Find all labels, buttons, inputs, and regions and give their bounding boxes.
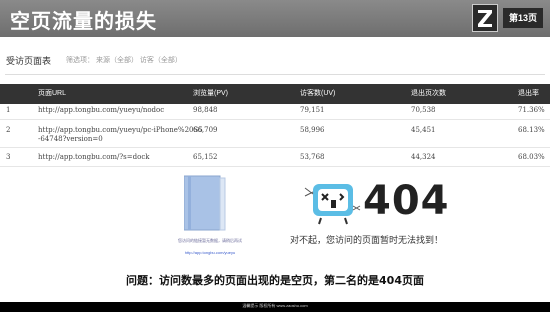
table-row-number: 3 (6, 153, 11, 161)
table-row-number: 2 (6, 126, 11, 134)
filter-bar[interactable]: 筛选项： 来源（全部） 访客（全部） (66, 55, 182, 65)
table-row-number: 1 (6, 106, 11, 114)
table-row-url[interactable]: http://app.tongbu.com/yueyu/pc-iPhone%20… (38, 126, 203, 134)
book-icon (183, 174, 226, 232)
column-header-exits[interactable]: 退出页次数 (411, 88, 446, 98)
table-row-uv: 79,151 (300, 106, 325, 114)
table-row-pv: 66,709 (193, 126, 218, 134)
footer-text: 温馨提示 版权所有 www.zaoshu.com (242, 303, 308, 308)
row-divider (0, 119, 550, 120)
column-header-uv[interactable]: 访客数(UV) (300, 88, 335, 98)
table-row-exits: 44,324 (411, 153, 436, 161)
column-header-exit-rate[interactable]: 退出率 (518, 88, 539, 98)
filter-options[interactable]: 来源（全部） 访客（全部） (96, 57, 182, 64)
column-header-url[interactable]: 页面URL (38, 88, 66, 98)
section-title: 受访页面表 (6, 57, 52, 67)
header-bar: 空页流量的损失 第13页 (0, 0, 550, 37)
table-row-uv: 53,768 (300, 153, 325, 161)
table-row-pv: 65,152 (193, 153, 218, 161)
table-header (0, 84, 550, 104)
table-row-url[interactable]: http://app.tongbu.com/?s=dock (38, 153, 149, 161)
table-row-rate: 68.13% (518, 126, 545, 134)
question-caption: 问题：访问数最多的页面出现的是空页，第二名的是404页面 (126, 274, 424, 287)
table-row-pv: 98,848 (193, 106, 218, 114)
table-row-uv: 58,996 (300, 126, 325, 134)
table-row-rate: 71.36% (518, 106, 545, 114)
broken-tv-face-icon (303, 180, 361, 226)
filter-label: 筛选项： (66, 57, 94, 64)
divider (5, 74, 545, 75)
page-title: 空页流量的损失 (10, 9, 157, 33)
row-divider (0, 147, 550, 148)
table-row-exits: 45,451 (411, 126, 436, 134)
empty-page-message: 您访问的链接暂无数据，请稍后再试 (178, 238, 242, 243)
page-number-badge: 第13页 (503, 8, 543, 28)
table-row-exits: 70,538 (411, 106, 436, 114)
error-code: 404 (363, 178, 450, 224)
error-message: 对不起，您访问的页面暂时无法找到！ (290, 235, 444, 245)
brand-logo-icon (472, 4, 498, 32)
table-row-url[interactable]: http://app.tongbu.com/yueyu/nodoc (38, 106, 164, 114)
footer-bar: 温馨提示 版权所有 www.zaoshu.com (0, 302, 550, 312)
column-header-pv[interactable]: 浏览量(PV) (193, 88, 228, 98)
table-row-url-continued[interactable]: -64748?version=0 (38, 135, 103, 143)
row-divider (0, 166, 550, 167)
table-row-rate: 68.03% (518, 153, 545, 161)
empty-page-link[interactable]: http://app.tongbu.com/yueyu (173, 250, 247, 255)
